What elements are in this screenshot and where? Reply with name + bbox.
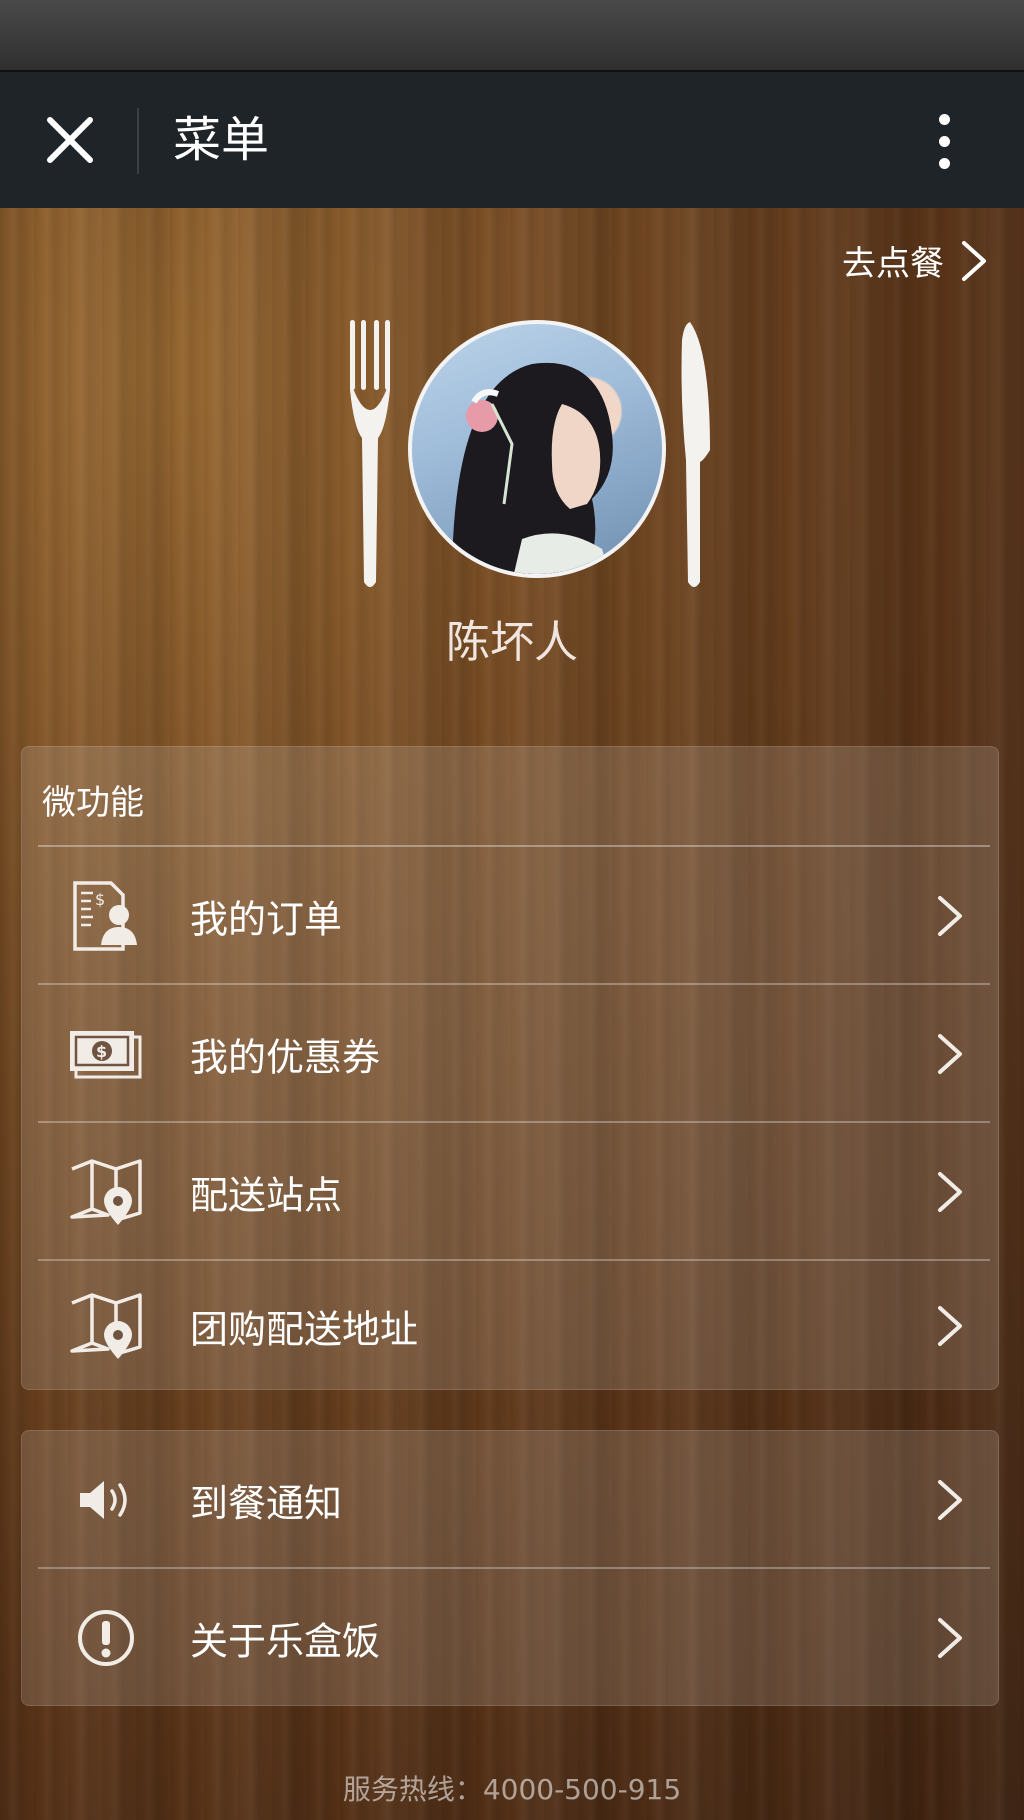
section-title: 微功能 bbox=[42, 783, 144, 823]
chevron-right-icon bbox=[938, 1034, 962, 1074]
menu-item-label: 配送站点 bbox=[190, 1173, 343, 1218]
info-exclamation-icon bbox=[66, 1598, 146, 1678]
map-pin-icon bbox=[66, 1152, 146, 1232]
menu-item-meal-arrival-notice[interactable]: 到餐通知 bbox=[38, 1431, 990, 1569]
chevron-right-icon bbox=[938, 1618, 962, 1658]
speaker-icon bbox=[66, 1460, 146, 1540]
chevron-right-icon bbox=[938, 1172, 962, 1212]
go-order-label: 去点餐 bbox=[842, 244, 944, 284]
title-divider bbox=[137, 108, 139, 174]
user-name: 陈坏人 bbox=[446, 617, 578, 668]
svg-text:$: $ bbox=[96, 1042, 107, 1061]
menu-item-my-coupons[interactable]: $ 我的优惠券 bbox=[38, 985, 990, 1123]
more-dot bbox=[938, 157, 950, 169]
more-options-button[interactable] bbox=[920, 102, 968, 180]
menu-item-label: 团购配送地址 bbox=[190, 1307, 419, 1352]
avatar-photo bbox=[452, 362, 613, 574]
svg-text:$: $ bbox=[95, 890, 105, 909]
micro-features-panel: 微功能 $ 我的订单 $ 我的优惠券 配送站点 团购配送地址 bbox=[21, 746, 999, 1390]
chevron-right-icon bbox=[962, 240, 986, 281]
coupon-cash-icon: $ bbox=[66, 1014, 146, 1094]
menu-item-about[interactable]: 关于乐盒饭 bbox=[38, 1569, 990, 1707]
chevron-right-icon bbox=[938, 896, 962, 936]
menu-item-label: 关于乐盒饭 bbox=[190, 1619, 381, 1664]
wood-background: 去点餐 陈坏人 微功能 $ 我的订单 $ 我的优惠券 配送站点 团购配送地址 到… bbox=[0, 208, 1024, 1820]
status-bar bbox=[0, 0, 1024, 70]
knife-icon bbox=[681, 322, 710, 587]
fork-icon bbox=[350, 320, 390, 587]
menu-item-label: 到餐通知 bbox=[190, 1481, 343, 1526]
close-icon bbox=[47, 117, 93, 163]
map-pin-icon bbox=[66, 1286, 146, 1366]
menu-item-my-orders[interactable]: $ 我的订单 bbox=[38, 847, 990, 985]
page-title: 菜单 bbox=[173, 112, 270, 168]
chevron-right-icon bbox=[938, 1480, 962, 1520]
order-document-icon: $ bbox=[66, 876, 146, 956]
menu-item-label: 我的优惠券 bbox=[190, 1035, 381, 1080]
menu-item-delivery-stations[interactable]: 配送站点 bbox=[38, 1123, 990, 1261]
more-vertical-icon bbox=[938, 113, 950, 125]
service-hotline: 服务热线：4000-500-915 bbox=[342, 1773, 682, 1806]
close-button[interactable] bbox=[32, 102, 108, 178]
menu-item-label: 我的订单 bbox=[190, 897, 343, 942]
info-panel: 到餐通知 关于乐盒饭 bbox=[21, 1430, 999, 1706]
more-dot bbox=[938, 135, 950, 147]
chevron-right-icon bbox=[938, 1306, 962, 1346]
title-bar: 菜单 bbox=[0, 70, 1024, 208]
go-order-link[interactable]: 去点餐 bbox=[842, 236, 988, 285]
avatar[interactable] bbox=[408, 320, 666, 578]
menu-item-group-delivery-address[interactable]: 团购配送地址 bbox=[38, 1257, 990, 1395]
